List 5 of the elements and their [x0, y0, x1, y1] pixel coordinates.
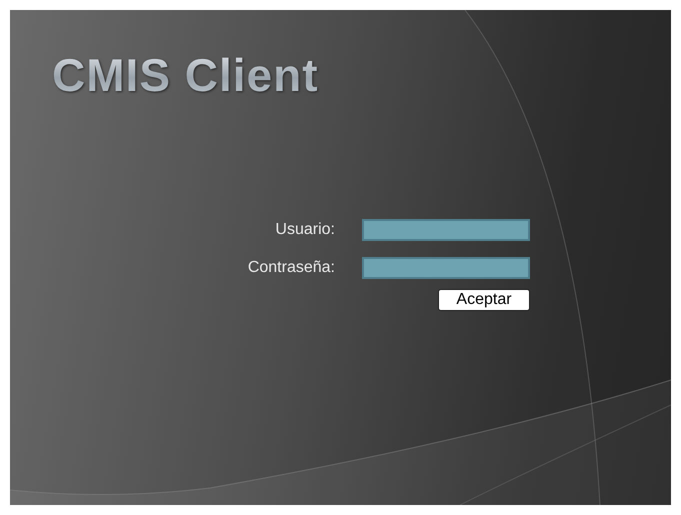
submit-button[interactable]: Aceptar — [438, 289, 530, 311]
field-label: Contraseña: — [248, 259, 335, 277]
input-field[interactable] — [362, 219, 530, 241]
field-label: Usuario: — [275, 221, 335, 239]
input-field[interactable] — [362, 257, 530, 279]
